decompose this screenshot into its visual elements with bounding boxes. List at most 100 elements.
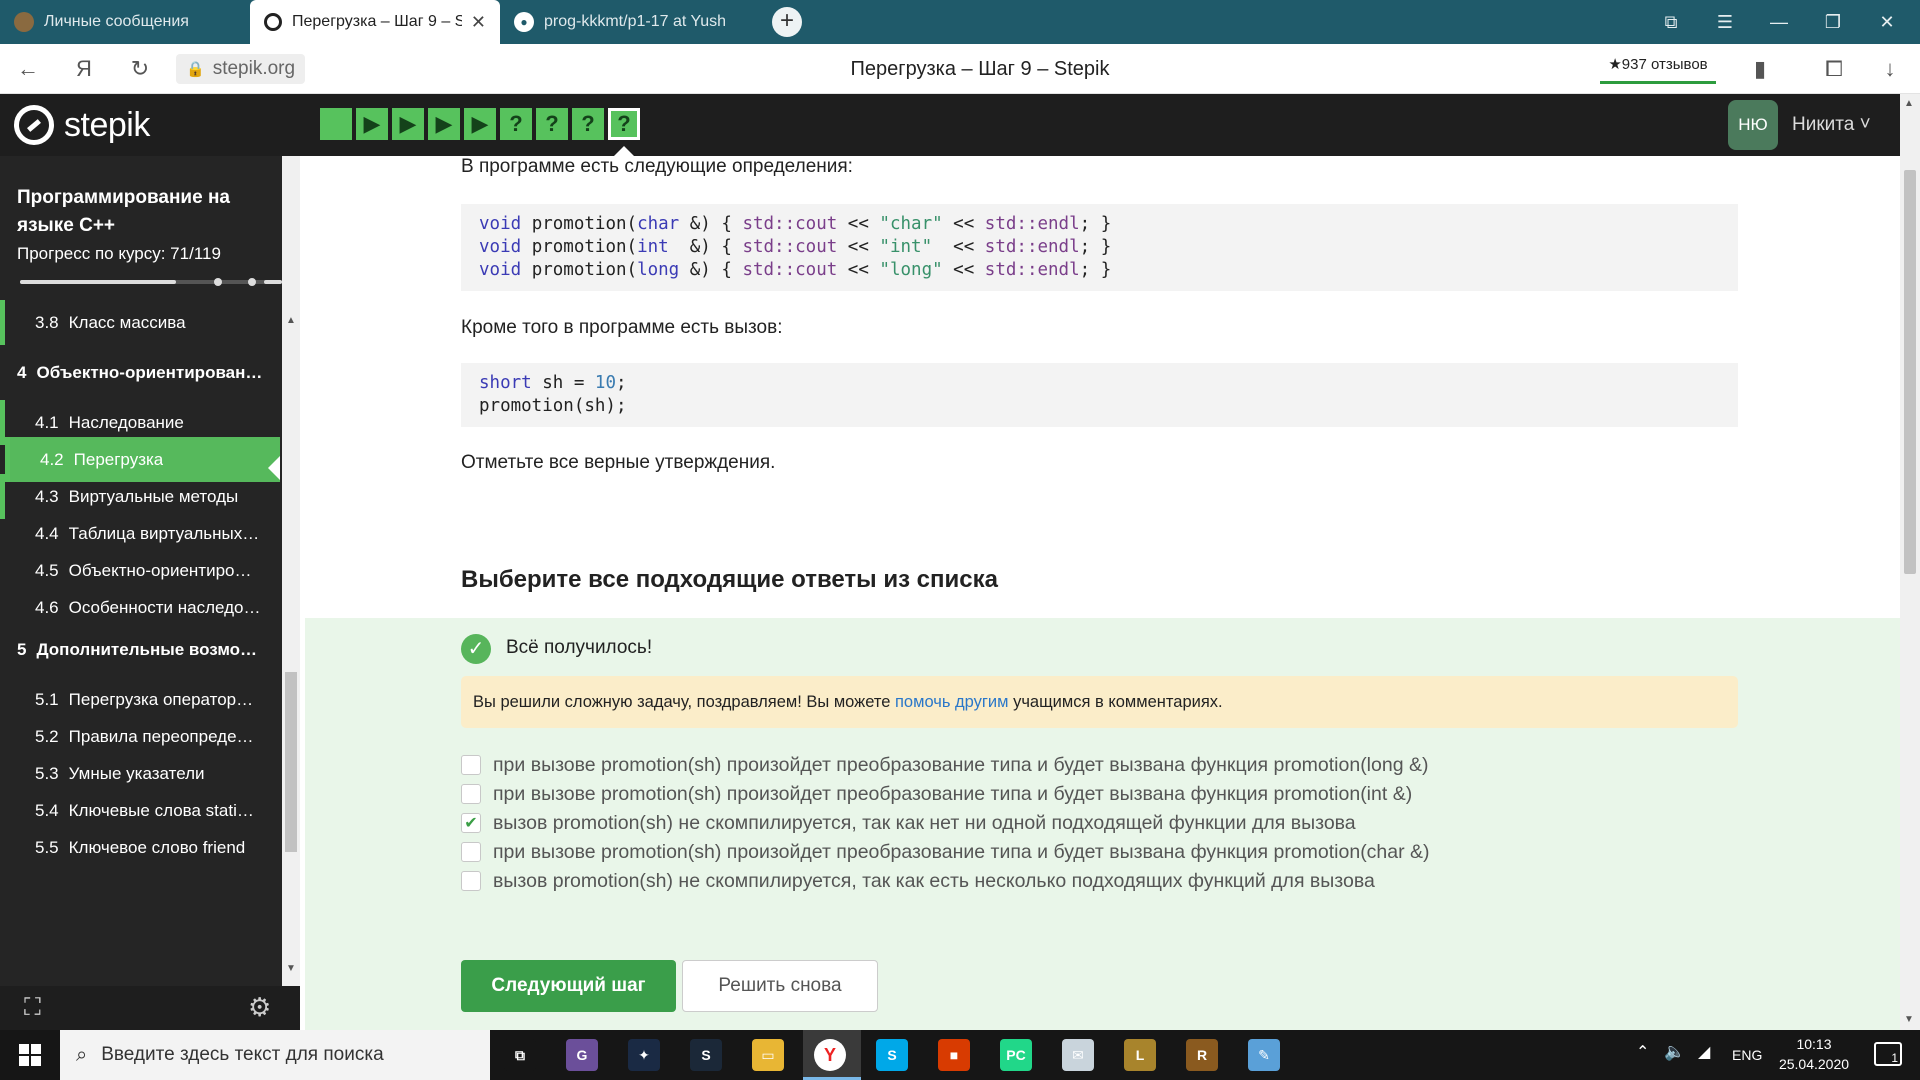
steam-icon[interactable]: S: [690, 1039, 722, 1071]
menu-icon[interactable]: ☰: [1698, 0, 1752, 44]
sidebar-lesson-3-8[interactable]: 3.8 Класс массива: [0, 300, 280, 345]
help-others-link[interactable]: помочь другим: [895, 693, 1009, 711]
step-1-text[interactable]: [320, 108, 352, 140]
fullscreen-icon[interactable]: ⛶: [24, 994, 41, 1022]
mail-icon[interactable]: ✉: [1062, 1039, 1094, 1071]
sidebar-scrollbar[interactable]: [282, 156, 300, 986]
stepik-logo[interactable]: stepik: [14, 104, 150, 146]
yandex-browser-icon[interactable]: Y: [814, 1039, 846, 1071]
scroll-down-arrow-icon[interactable]: ▼: [282, 960, 300, 978]
file-explorer-icon[interactable]: ▭: [752, 1039, 784, 1071]
url-field[interactable]: 🔒 stepik.org: [176, 54, 306, 84]
step-6-quiz[interactable]: ?: [500, 108, 532, 140]
legends-of-runeterra-icon[interactable]: R: [1186, 1039, 1218, 1071]
checkbox[interactable]: [461, 784, 481, 804]
step-4-video[interactable]: ▶: [428, 108, 460, 140]
page-scroll-thumb[interactable]: [1904, 170, 1916, 574]
paint-icon[interactable]: ✎: [1248, 1039, 1280, 1071]
close-window-icon[interactable]: ✕: [1860, 0, 1914, 44]
new-tab-button[interactable]: +: [772, 7, 802, 37]
answer-option[interactable]: при вызове promotion(sh) произойдет прео…: [461, 779, 1412, 809]
lesson-number: 4.5: [35, 560, 59, 580]
answer-option-text: при вызове promotion(sh) произойдет прео…: [493, 782, 1413, 805]
step-9-quiz[interactable]: ?: [608, 108, 640, 140]
skype-icon[interactable]: S: [876, 1039, 908, 1071]
lesson-number: 5.2: [35, 726, 59, 746]
checkbox-checked[interactable]: ✔: [461, 813, 481, 833]
gog-galaxy-icon[interactable]: G: [566, 1039, 598, 1071]
lesson-number: 5.5: [35, 837, 59, 857]
avatar[interactable]: НЮ: [1728, 100, 1778, 150]
tabs-manager-icon[interactable]: ⧉: [1644, 0, 1698, 44]
pycharm-icon[interactable]: PC: [1000, 1039, 1032, 1071]
scroll-up-arrow-icon[interactable]: ▲: [1904, 98, 1914, 109]
sidebar-lesson-5-5[interactable]: 5.5 Ключевое слово friend: [5, 825, 280, 870]
step-3-video[interactable]: ▶: [392, 108, 424, 140]
league-of-legends-icon[interactable]: L: [1124, 1039, 1156, 1071]
reviews-badge[interactable]: ★937 отзывов: [1600, 54, 1716, 84]
office-icon[interactable]: ■: [938, 1039, 970, 1071]
bookmark-icon[interactable]: ▮: [1740, 44, 1780, 94]
code-token: short: [479, 373, 532, 393]
solve-again-button[interactable]: Решить снова: [682, 960, 878, 1012]
lesson-name: Ключевые слова stati…: [68, 800, 254, 820]
step-7-quiz[interactable]: ?: [536, 108, 568, 140]
collections-icon[interactable]: ⧠: [1814, 44, 1854, 94]
volume-icon[interactable]: 🔈: [1664, 1042, 1685, 1062]
answer-option[interactable]: вызов promotion(sh) не скомпилируется, т…: [461, 866, 1375, 896]
minimize-icon[interactable]: —: [1752, 0, 1806, 44]
tab-messages[interactable]: Личные сообщения: [0, 0, 250, 44]
answer-option[interactable]: ✔ вызов promotion(sh) не скомпилируется, …: [461, 808, 1356, 838]
back-arrow-icon[interactable]: ←: [8, 44, 48, 94]
code-token: "int": [879, 237, 933, 257]
clock[interactable]: 10:13 25.04.2020: [1770, 1034, 1858, 1074]
tab-stepik[interactable]: Перегрузка – Шаг 9 – Stepik ✕: [250, 0, 500, 44]
sidebar-scroll-thumb[interactable]: [285, 672, 297, 852]
download-icon[interactable]: ↓: [1870, 44, 1910, 94]
code-token: char: [637, 214, 680, 234]
lesson-name: Особенности наследо…: [68, 597, 261, 617]
active-lesson-pointer: [268, 456, 280, 480]
language-indicator[interactable]: ENG: [1732, 1030, 1762, 1080]
sidebar-section-5[interactable]: 5 Дополнительные возмо…: [0, 622, 280, 677]
network-icon[interactable]: ◢: [1698, 1042, 1710, 1062]
lesson-list: 3.8 Класс массива 4 Объектно-ориентирован… 4…: [0, 300, 280, 1000]
checkbox[interactable]: [461, 842, 481, 862]
restore-icon[interactable]: ❐: [1806, 0, 1860, 44]
course-sidebar: Программирование на языке C++ Прогресс п…: [0, 156, 300, 1030]
next-step-button[interactable]: Следующий шаг: [461, 960, 676, 1012]
yandex-button[interactable]: Я: [64, 44, 104, 94]
lesson-name: Правила переопреде…: [68, 726, 254, 746]
reload-icon[interactable]: ↻: [120, 44, 160, 94]
task-view-icon[interactable]: ⧉: [504, 1039, 536, 1071]
dark-avatar-icon: [14, 12, 34, 32]
battlenet-icon[interactable]: ✦: [628, 1039, 660, 1071]
browser-tab-strip: Личные сообщения Перегрузка – Шаг 9 – St…: [0, 0, 1920, 44]
taskbar-search[interactable]: ⌕ Введите здесь текст для поиска: [60, 1030, 490, 1080]
checkbox[interactable]: [461, 871, 481, 891]
code-token: std::endl: [984, 260, 1080, 280]
step-8-quiz[interactable]: ?: [572, 108, 604, 140]
page-scrollbar[interactable]: ▲ ▼: [1900, 94, 1920, 1030]
chevron-up-icon[interactable]: ⌃: [1636, 1042, 1649, 1062]
step-2-video[interactable]: ▶: [356, 108, 388, 140]
tab-title: Личные сообщения: [44, 13, 189, 30]
checkbox[interactable]: [461, 755, 481, 775]
step-5-video[interactable]: ▶: [464, 108, 496, 140]
start-button[interactable]: [0, 1030, 60, 1080]
sidebar-section-4[interactable]: 4 Объектно-ориентирован…: [0, 345, 280, 400]
user-menu[interactable]: Никита ˅: [1792, 94, 1871, 156]
current-step-pointer: [614, 146, 634, 156]
course-title[interactable]: Программирование на языке C++: [17, 184, 267, 240]
close-tab-icon[interactable]: ✕: [465, 12, 486, 33]
answer-option[interactable]: при вызове promotion(sh) произойдет прео…: [461, 750, 1428, 780]
tab-github[interactable]: ● prog-kkkmt/p1-17 at Yush: [500, 0, 750, 44]
notifications-icon[interactable]: 1: [1874, 1042, 1902, 1066]
scroll-up-arrow-icon[interactable]: ▲: [282, 312, 300, 330]
progress-dot: [214, 278, 222, 286]
gear-icon[interactable]: ⚙: [248, 992, 271, 1023]
answer-option[interactable]: при вызове promotion(sh) произойдет прео…: [461, 837, 1430, 867]
scroll-down-arrow-icon[interactable]: ▼: [1904, 1014, 1914, 1025]
code-token: std::cout: [742, 237, 838, 257]
step-intro-text: В программе есть следующие определения:: [461, 156, 853, 177]
